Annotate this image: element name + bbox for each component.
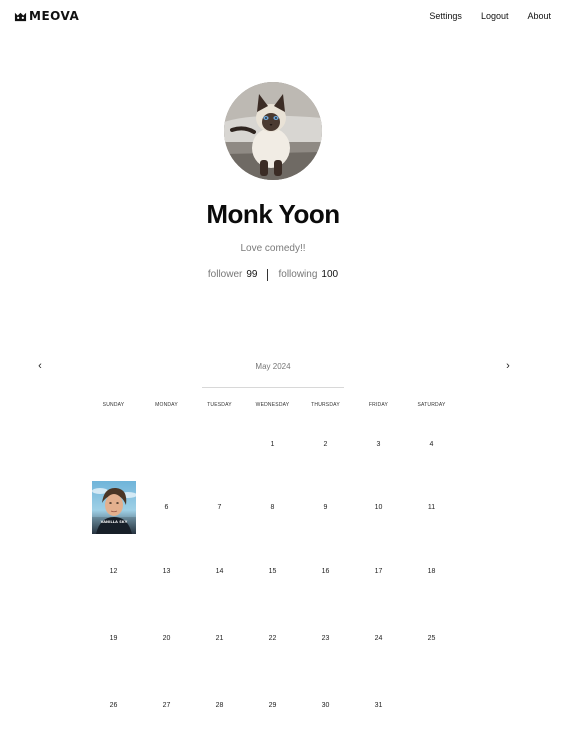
calendar-day[interactable]: 1 <box>246 440 299 450</box>
calendar-day[interactable]: 15 <box>246 567 299 577</box>
calendar-day[interactable]: 26 <box>87 701 140 711</box>
top-nav: Settings Logout About <box>410 10 551 22</box>
weekday-header: SUNDAY <box>102 402 125 408</box>
calendar-day[interactable]: 11 <box>405 503 458 513</box>
weekday-header: THURSDAY <box>311 402 340 408</box>
calendar-day[interactable]: 14 <box>193 567 246 577</box>
following-label: following <box>278 269 318 280</box>
movie-poster-day-5[interactable]: VANILLA SKY <box>92 481 136 534</box>
movie-poster-image <box>92 481 136 534</box>
calendar-day[interactable]: 2 <box>299 440 352 450</box>
calendar-day[interactable]: 13 <box>140 567 193 577</box>
calendar-day[interactable]: 12 <box>87 567 140 577</box>
calendar-day[interactable]: 25 <box>405 634 458 644</box>
chevron-right-icon[interactable]: › <box>502 359 514 373</box>
calendar-day[interactable]: 21 <box>193 634 246 644</box>
calendar-day[interactable]: 28 <box>193 701 246 711</box>
calendar-day[interactable]: 29 <box>246 701 299 711</box>
calendar-day[interactable]: 19 <box>87 634 140 644</box>
calendar-day[interactable]: 10 <box>352 503 405 513</box>
calendar-day[interactable]: 8 <box>246 503 299 513</box>
nav-about-link[interactable]: About <box>527 10 551 22</box>
calendar-day[interactable]: 31 <box>352 701 405 711</box>
profile-bio: Love comedy!! <box>240 243 306 254</box>
calendar-day[interactable]: 20 <box>140 634 193 644</box>
weekday-header: MONDAY <box>155 402 178 408</box>
siamese-cat-photo <box>224 82 322 180</box>
follower-label: follower <box>207 269 243 280</box>
following-count: 100 <box>321 269 339 280</box>
calendar-day[interactable]: 16 <box>299 567 352 577</box>
calendar-day[interactable]: 23 <box>299 634 352 644</box>
avatar[interactable] <box>224 82 322 180</box>
calendar-day[interactable]: 3 <box>352 440 405 450</box>
calendar-day[interactable]: 17 <box>352 567 405 577</box>
logo[interactable]: MEOVA <box>14 9 79 23</box>
calendar-day[interactable]: 6 <box>140 503 193 513</box>
calendar-day[interactable]: 18 <box>405 567 458 577</box>
weekday-header: WEDNESDAY <box>255 402 290 408</box>
nav-logout-link[interactable]: Logout <box>481 10 509 22</box>
weekday-header: TUESDAY <box>207 402 232 408</box>
calendar-day[interactable]: 4 <box>405 440 458 450</box>
follow-stats: follower 99 following 100 <box>0 268 546 282</box>
calendar-day[interactable]: 7 <box>193 503 246 513</box>
follower-stat[interactable]: follower 99 <box>208 268 258 282</box>
poster-title: VANILLA SKY <box>100 520 128 524</box>
logo-text: MEOVA <box>29 9 80 23</box>
stats-divider <box>267 269 269 281</box>
following-stat[interactable]: following 100 <box>278 268 338 282</box>
calendar-divider <box>202 387 344 388</box>
follower-count: 99 <box>246 269 258 280</box>
nav-settings-link[interactable]: Settings <box>429 10 462 22</box>
calendar-day[interactable]: 30 <box>299 701 352 711</box>
cat-face-icon <box>14 12 27 21</box>
profile-name: Monk Yoon <box>206 199 340 229</box>
calendar-month-label: May 2024 <box>255 362 291 371</box>
weekday-header: SATURDAY <box>417 402 446 408</box>
calendar-day[interactable]: 27 <box>140 701 193 711</box>
calendar-day[interactable]: 22 <box>246 634 299 644</box>
weekday-header: FRIDAY <box>368 402 389 408</box>
calendar-day[interactable]: 9 <box>299 503 352 513</box>
calendar-day[interactable]: 24 <box>352 634 405 644</box>
